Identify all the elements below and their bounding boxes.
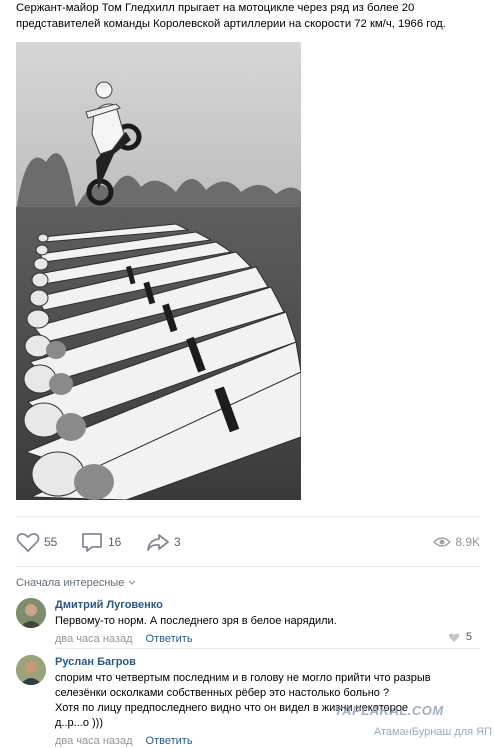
avatar[interactable] <box>16 598 46 628</box>
heart-icon <box>448 632 460 642</box>
speech-bubble-icon <box>82 533 102 552</box>
reply-link[interactable]: Ответить <box>146 633 193 645</box>
comments-sort-dropdown[interactable]: Сначала интересные <box>16 577 136 589</box>
views-count: 8.9K <box>455 535 480 549</box>
heart-icon <box>16 532 40 553</box>
comment-author[interactable]: Дмитрий Луговенко <box>55 598 484 612</box>
comment-author[interactable]: Руслан Багров <box>55 655 484 669</box>
comment-button[interactable]: 16 <box>80 530 121 554</box>
comment-text: спорим что четвертым последним и в голов… <box>55 671 484 731</box>
divider <box>16 516 480 517</box>
comment-item: Дмитрий Луговенко Первому-то норм. А пос… <box>16 598 484 648</box>
comment-meta: два часа назад Ответить <box>55 632 484 646</box>
comment-text-line: спорим что четвертым последним и в голов… <box>55 672 431 684</box>
share-arrow-icon <box>147 534 169 551</box>
eye-icon <box>433 537 452 547</box>
comment-like-count: 5 <box>465 631 472 643</box>
sort-label: Сначала интересные <box>16 577 125 589</box>
share-count: 3 <box>174 535 181 549</box>
comment-text-line: селезёнки осколками собственных рёбер эт… <box>55 687 390 699</box>
comment-time[interactable]: два часа назад <box>55 633 132 645</box>
post-caption: Сержант-майор Том Гледхилл прыгает на мо… <box>16 2 446 30</box>
comment-like-button[interactable]: 5 <box>448 631 472 643</box>
share-button[interactable]: 3 <box>146 530 181 554</box>
views-counter: 8.9K <box>433 530 480 554</box>
like-count: 55 <box>44 535 58 549</box>
watermark-credit: АтаманБурнаш для ЯП <box>373 726 492 738</box>
photo-motorcycle-jump <box>16 42 301 500</box>
divider <box>55 648 480 649</box>
post-photo[interactable] <box>16 42 301 500</box>
watermark-site: YAPLAKAL.COM <box>334 703 444 718</box>
comment-time[interactable]: два часа назад <box>55 735 132 747</box>
comment-count: 16 <box>108 535 122 549</box>
reply-link[interactable]: Ответить <box>146 735 193 747</box>
divider <box>16 566 480 567</box>
avatar[interactable] <box>16 655 46 685</box>
like-button[interactable]: 55 <box>16 530 57 554</box>
comment-body: Дмитрий Луговенко Первому-то норм. А пос… <box>55 598 484 646</box>
chevron-down-icon <box>128 580 136 585</box>
post-actions: 55 16 3 8.9K <box>16 530 480 554</box>
comment-text: Первому-то норм. А последнего зря в бело… <box>55 615 337 627</box>
